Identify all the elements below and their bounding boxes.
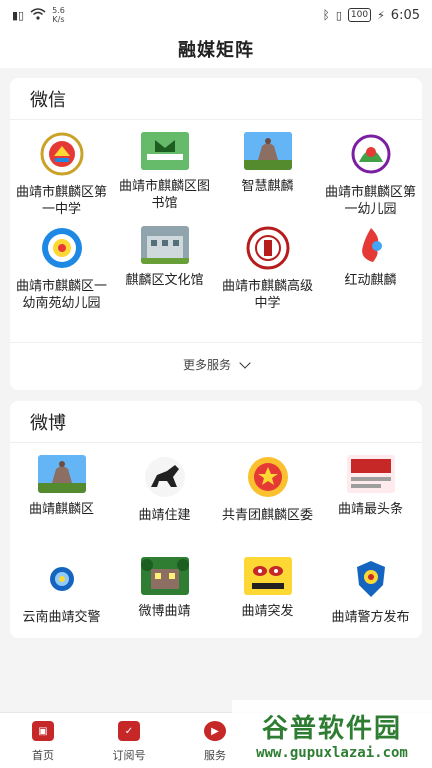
item-label: 曲靖麒麟区 (28, 502, 94, 517)
app-header: 融媒矩阵 (0, 30, 432, 68)
tab-label: 服务 (204, 749, 226, 762)
police-badge-icon (349, 557, 393, 601)
watermark: 谷普软件园 www.gupuxlazai.com (232, 700, 432, 768)
services-icon: ▶ (204, 721, 226, 741)
item-label: 共青团麒麟区委 (221, 508, 313, 523)
wechat-item[interactable]: 智慧麒麟 (216, 130, 319, 224)
youth-league-badge-icon (246, 455, 290, 499)
horse-rider-logo-icon (143, 455, 187, 499)
item-label: 云南曲靖交警 (22, 610, 101, 625)
wechat-item[interactable]: 麒麟区文化馆 (113, 224, 216, 342)
item-label: 微博曲靖 (138, 604, 191, 619)
item-label: 智慧麒麟 (241, 179, 294, 194)
watermark-url: www.gupuxlazai.com (256, 744, 408, 761)
weibo-item[interactable]: 曲靖突发 (216, 555, 319, 635)
wechat-card: 微信 曲靖市麒麟区第一中学 曲靖市麒麟区图书馆 智慧麒麟 曲靖市麒麟区第一幼儿园 (10, 78, 422, 390)
item-label: 曲靖最头条 (337, 502, 403, 517)
chevron-down-icon (239, 356, 251, 369)
wechat-section-title: 微信 (10, 78, 422, 120)
wechat-grid: 曲靖市麒麟区第一中学 曲靖市麒麟区图书馆 智慧麒麟 曲靖市麒麟区第一幼儿园 曲靖… (10, 120, 422, 342)
weibo-item[interactable]: 云南曲靖交警 (10, 555, 113, 635)
more-services-button[interactable]: 更多服务 (10, 342, 422, 386)
tab-subscriptions[interactable]: ✓ 订阅号 (86, 713, 172, 768)
weibo-grid: 曲靖麒麟区 曲靖住建 共青团麒麟区委 曲靖最头条 云南曲靖交警 微博曲靖 曲靖突… (10, 443, 422, 635)
weibo-item[interactable]: 曲靖麒麟区 (10, 453, 113, 555)
subscription-icon: ✓ (118, 721, 140, 741)
home-icon: ▣ (32, 721, 54, 741)
kindergarten-emblem-icon (40, 226, 84, 270)
item-label: 曲靖突发 (241, 604, 294, 619)
red-flame-logo-icon (347, 226, 395, 264)
library-logo-icon (140, 132, 189, 170)
tab-label: 订阅号 (112, 749, 146, 762)
high-school-seal-icon (246, 226, 290, 270)
status-right: ᛒ ▯ 100 ⚡ 6:05 (323, 8, 420, 23)
weibo-item[interactable]: 曲靖警方发布 (319, 555, 422, 635)
qilin-statue-icon (243, 132, 292, 170)
school-emblem-icon (40, 132, 84, 176)
status-left: ▮▯ 5.6 K/s (12, 6, 65, 24)
weibo-item[interactable]: 曲靖最头条 (319, 453, 422, 555)
item-label: 麒麟区文化馆 (125, 273, 204, 288)
weibo-section-title: 微博 (10, 401, 422, 443)
vibrate-icon: ▯ (335, 8, 342, 22)
wechat-item[interactable]: 曲靖市麒麟区图书馆 (113, 130, 216, 224)
sim-icon: ▮▯ (12, 8, 25, 22)
culture-hall-building-icon (140, 226, 189, 264)
wechat-item[interactable]: 曲靖市麒麟区第一中学 (10, 130, 113, 224)
wechat-item[interactable]: 曲靖市麒麟区一幼南苑幼儿园 (10, 224, 113, 342)
item-label: 曲靖警方发布 (331, 610, 410, 625)
weibo-item[interactable]: 共青团麒麟区委 (216, 453, 319, 555)
weibo-item[interactable]: 微博曲靖 (113, 555, 216, 635)
item-label: 曲靖市麒麟区第一中学 (15, 185, 107, 217)
item-label: 红动麒麟 (344, 273, 397, 288)
item-label: 曲靖住建 (138, 508, 191, 523)
weibo-card: 微博 曲靖麒麟区 曲靖住建 共青团麒麟区委 曲靖最头条 云南曲靖交警 微博曲靖 … (10, 401, 422, 638)
bluetooth-icon: ᛒ (322, 8, 330, 22)
item-label: 曲靖市麒麟区一幼南苑幼儿园 (15, 279, 107, 311)
battery-icon: 100 (347, 8, 372, 22)
network-speed: 5.6 K/s (52, 6, 65, 24)
wechat-item[interactable]: 曲靖市麒麟高级中学 (216, 224, 319, 342)
kindergarten-logo-icon (349, 132, 393, 176)
headline-news-logo-icon (346, 455, 395, 493)
wechat-item[interactable]: 曲靖市麒麟区第一幼儿园 (319, 130, 422, 224)
item-label: 曲靖市麒麟区第一幼儿园 (324, 185, 416, 217)
traffic-police-badge-icon (40, 557, 84, 601)
tab-home[interactable]: ▣ 首页 (0, 713, 86, 768)
tab-label: 首页 (32, 749, 54, 762)
status-bar: ▮▯ 5.6 K/s ᛒ ▯ 100 ⚡ 6:05 (0, 0, 432, 30)
item-label: 曲靖市麒麟高级中学 (221, 279, 313, 311)
charging-icon: ⚡ (377, 8, 385, 22)
item-label: 曲靖市麒麟区图书馆 (118, 179, 210, 211)
breaking-news-logo-icon (243, 557, 292, 595)
clock: 6:05 (390, 7, 420, 23)
weibo-item[interactable]: 曲靖住建 (113, 453, 216, 555)
watermark-title: 谷普软件园 (261, 713, 402, 744)
more-services-label: 更多服务 (182, 358, 231, 372)
qilin-statue-icon (37, 455, 86, 493)
wifi-icon (30, 7, 46, 23)
page-title: 融媒矩阵 (178, 40, 254, 61)
city-photo-icon (140, 557, 189, 595)
wechat-item[interactable]: 红动麒麟 (319, 224, 422, 342)
